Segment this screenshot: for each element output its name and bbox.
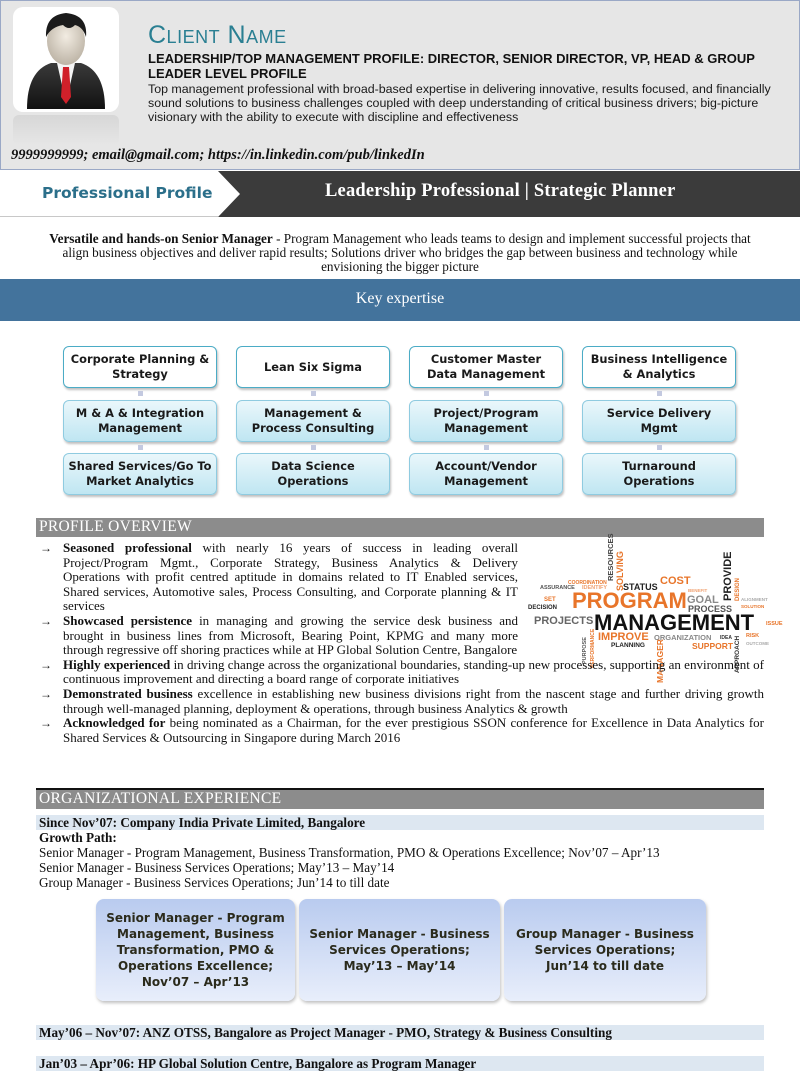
growth-path-box: Senior Manager - Business Services Opera… (299, 899, 500, 1001)
profile-summary: Top management professional with broad-b… (148, 82, 771, 124)
right-arrow-icon: → (40, 541, 52, 555)
connector-dot (311, 391, 316, 396)
expertise-item: Account/Vendor Management (409, 453, 563, 495)
intro-bold: Versatile and hands-on Senior Manager (49, 231, 273, 246)
overview-bullet: → Acknowledged for being nominated as a … (40, 715, 764, 745)
connector-dot (138, 445, 143, 450)
profile-overview-bullets: → Seasoned professional with nearly 16 y… (40, 540, 764, 745)
right-arrow-icon: → (40, 613, 52, 628)
expertise-item: Shared Services/Go To Market Analytics (63, 453, 217, 495)
expertise-item: Customer Master Data Management (409, 346, 563, 388)
previous-role-row: Jan’03 – Apr’06: HP Global Solution Cent… (36, 1056, 764, 1071)
client-name: Client Name (148, 21, 287, 49)
expertise-item: Service Delivery Mgmt (582, 400, 736, 442)
profile-overview-header: PROFILE OVERVIEW (36, 518, 764, 537)
current-company-row: Since Nov’07: Company India Private Limi… (36, 815, 764, 830)
connector-dot (484, 445, 489, 450)
bullet-lead: Seasoned professional (63, 540, 192, 555)
businessman-avatar-icon (13, 7, 119, 112)
growth-path-item: Senior Manager - Program Management, Bus… (39, 845, 660, 860)
expertise-item: Lean Six Sigma (236, 346, 390, 388)
organizational-experience-header: ORGANIZATIONAL EXPERIENCE (36, 790, 764, 809)
growth-path-item: Group Manager - Business Services Operat… (39, 875, 390, 890)
expertise-item: Project/Program Management (409, 400, 563, 442)
growth-path-box: Group Manager - Business Services Operat… (504, 899, 706, 1001)
banner-title: Leadership Professional | Strategic Plan… (325, 181, 676, 201)
expertise-item: Turnaround Operations (582, 453, 736, 495)
resume-header: Client Name LEADERSHIP/TOP MANAGEMENT PR… (0, 0, 800, 170)
expertise-column: Customer Master Data Management Project/… (409, 346, 563, 496)
expertise-column: Business Intelligence & Analytics Servic… (582, 346, 736, 496)
avatar-reflection (13, 115, 119, 145)
connector-dot (311, 445, 316, 450)
overview-bullet: → Seasoned professional with nearly 16 y… (40, 540, 518, 614)
word: ISSUE (766, 621, 783, 627)
key-expertise-title: Key expertise (355, 290, 445, 307)
key-expertise-grid: Corporate Planning & Strategy M & A & In… (63, 346, 739, 496)
expertise-item: Management & Process Consulting (236, 400, 390, 442)
contact-info: 9999999999; email@gmail.com; https://in.… (11, 147, 425, 163)
professional-profile-label: Professional Profile (42, 184, 213, 202)
expertise-item: Corporate Planning & Strategy (63, 346, 217, 388)
connector-dot (657, 391, 662, 396)
bullet-text: being nominated as a Chairman, for the e… (63, 715, 764, 745)
previous-role-row: May’06 – Nov’07: ANZ OTSS, Bangalore as … (36, 1025, 764, 1040)
intro-statement: Versatile and hands-on Senior Manager - … (40, 232, 760, 274)
connector-dot (484, 391, 489, 396)
connector-dot (138, 391, 143, 396)
growth-path: Growth Path: Senior Manager - Program Ma… (39, 830, 660, 890)
bullet-lead: Highly experienced (63, 656, 171, 672)
growth-path-box: Senior Manager - Program Management, Bus… (96, 899, 295, 1001)
expertise-item: M & A & Integration Management (63, 400, 217, 442)
profile-overview-title: PROFILE OVERVIEW (39, 518, 192, 535)
bullet-lead: Demonstrated business (63, 685, 193, 701)
key-expertise-header: Key expertise (0, 279, 800, 321)
connector-dot (657, 445, 662, 450)
overview-bullet: → Highly experienced in driving change a… (40, 656, 764, 687)
professional-profile-banner: Professional Profile Leadership Professi… (0, 171, 800, 217)
right-arrow-icon: → (40, 657, 52, 672)
bullet-lead: Acknowledged for (63, 715, 166, 731)
right-arrow-icon: → (40, 716, 52, 731)
profile-headline: LEADERSHIP/TOP MANAGEMENT PROFILE: DIREC… (148, 51, 755, 81)
expertise-item: Business Intelligence & Analytics (582, 346, 736, 388)
bullet-lead: Showcased persistence (63, 612, 193, 628)
organizational-experience-title: ORGANIZATIONAL EXPERIENCE (39, 790, 282, 807)
expertise-column: Lean Six Sigma Management & Process Cons… (236, 346, 390, 496)
growth-path-label: Growth Path: (39, 830, 117, 845)
growth-path-item: Senior Manager - Business Services Opera… (39, 860, 395, 875)
overview-bullet: → Showcased persistence in managing and … (40, 612, 518, 658)
right-arrow-icon: → (40, 686, 52, 701)
expertise-column: Corporate Planning & Strategy M & A & In… (63, 346, 217, 496)
overview-bullet: → Demonstrated business excellence in es… (40, 685, 764, 716)
expertise-item: Data Science Operations (236, 453, 390, 495)
